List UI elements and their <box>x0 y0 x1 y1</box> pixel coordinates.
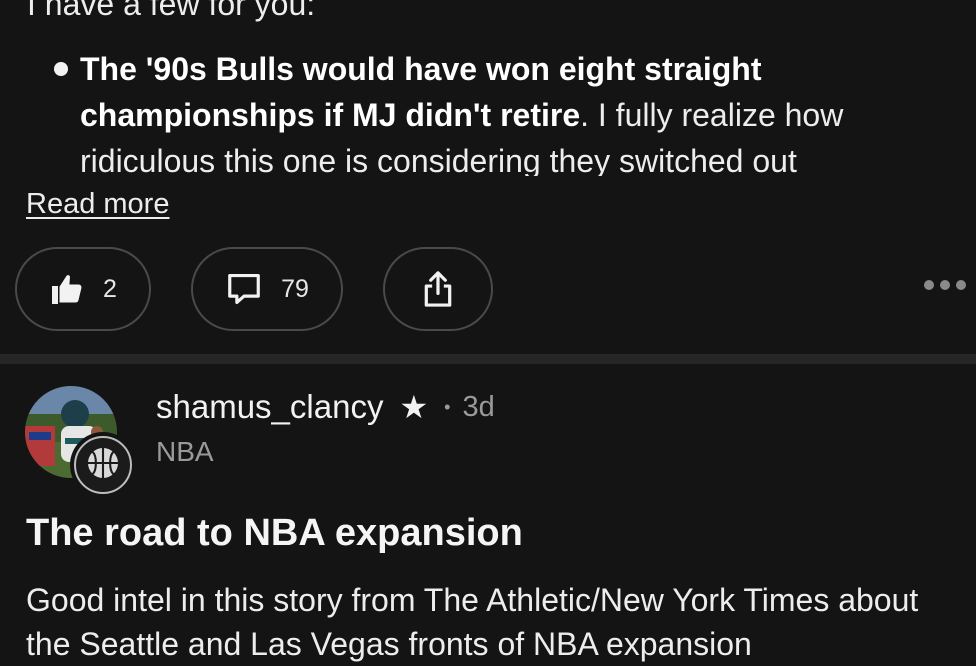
separator-dot: • <box>444 396 451 417</box>
comment-button[interactable]: 79 <box>191 247 343 331</box>
comment-icon <box>225 270 263 308</box>
more-options-icon[interactable] <box>924 280 966 290</box>
post-title[interactable]: The road to NBA expansion <box>26 512 523 555</box>
more-dot <box>956 280 966 290</box>
bullet-text: The '90s Bulls would have won eight stra… <box>80 46 964 176</box>
community-name[interactable]: NBA <box>156 436 214 468</box>
more-dot <box>924 280 934 290</box>
username[interactable]: shamus_clancy <box>156 388 383 426</box>
community-badge <box>70 432 136 498</box>
more-dot <box>940 280 950 290</box>
share-button[interactable] <box>383 247 493 331</box>
bullet-dot <box>54 62 68 76</box>
previous-post-intro: I have a few for you: <box>27 0 316 22</box>
read-more-link[interactable]: Read more <box>26 186 169 222</box>
author-row: shamus_clancy ★ • 3d <box>156 388 495 426</box>
post-time: 3d <box>462 390 495 423</box>
post-divider <box>0 354 976 364</box>
comment-count: 79 <box>281 274 309 303</box>
thumbs-up-icon <box>49 271 85 307</box>
previous-post-bullet: The '90s Bulls would have won eight stra… <box>54 46 964 176</box>
like-count: 2 <box>103 274 117 303</box>
basketball-icon <box>85 445 121 486</box>
share-icon <box>421 270 455 308</box>
post-body[interactable]: Good intel in this story from The Athlet… <box>26 578 971 666</box>
like-button[interactable]: 2 <box>15 247 151 331</box>
star-icon: ★ <box>399 389 429 425</box>
